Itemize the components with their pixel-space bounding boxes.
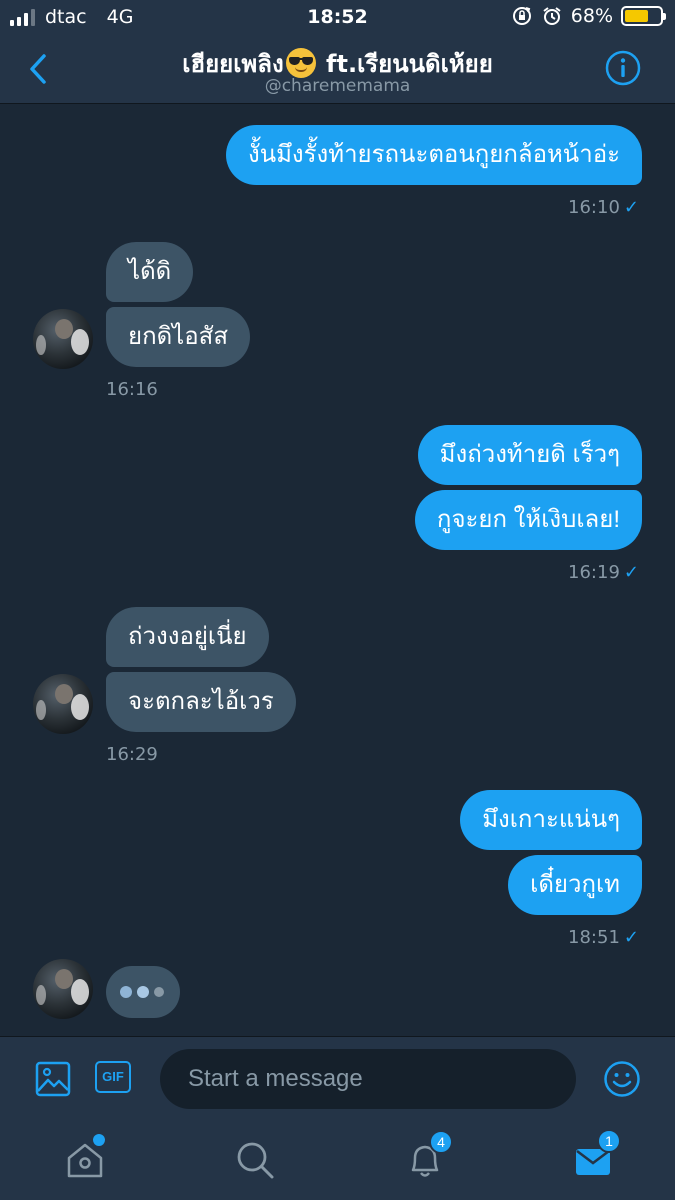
typing-dot — [154, 987, 164, 997]
read-check-icon: ✓ — [623, 927, 639, 948]
message-bubble-incoming[interactable]: ยกดิไอสัส — [106, 307, 250, 367]
message-bubble-outgoing[interactable]: มึงถ่วงท้ายดิ เร็วๆ — [417, 425, 642, 485]
avatar[interactable] — [33, 674, 93, 734]
message-text: จะตกละไอ้เวร — [128, 688, 274, 715]
conversation-header: เฮียยเพลิง ft.เรียนนดิเห้ยย @charememama — [0, 36, 675, 104]
smiley-icon — [604, 1061, 640, 1097]
tab-notifications[interactable]: 4 — [403, 1130, 453, 1182]
message-timestamp: 16:10 ✓ — [568, 197, 639, 218]
message-timestamp: 18:51 ✓ — [568, 927, 639, 948]
gif-button[interactable]: GIF — [95, 1061, 131, 1093]
message-bubble-incoming[interactable]: ได้ดิ — [106, 242, 194, 302]
typing-dot — [120, 986, 132, 998]
rotation-lock-icon — [512, 7, 531, 25]
read-check-icon: ✓ — [623, 197, 639, 218]
tab-search[interactable] — [233, 1138, 277, 1182]
search-icon — [237, 1142, 274, 1179]
typing-dot — [137, 986, 149, 998]
conversation-handle: @charememama — [264, 76, 411, 96]
bottom-tab-bar: 4 1 — [0, 1120, 675, 1200]
message-bubble-incoming[interactable]: จะตกละไอ้เวร — [106, 672, 296, 732]
battery-icon — [621, 6, 666, 26]
battery-level — [625, 10, 649, 22]
alarm-icon — [543, 7, 561, 25]
message-timestamp: 16:29 — [106, 744, 158, 765]
status-right: 68% — [511, 5, 666, 27]
message-bubble-outgoing[interactable]: กูจะยก ให้เงิบเลย! — [414, 490, 642, 550]
avatar[interactable] — [33, 309, 93, 369]
message-bubble-outgoing[interactable]: เดี๋ยวกูเท — [508, 855, 642, 915]
tab-messages[interactable]: 1 — [573, 1129, 621, 1182]
message-text: เดี๋ยวกูเท — [530, 871, 620, 898]
emoji-button[interactable] — [603, 1060, 641, 1098]
message-text: ถ่วงงอยู่เนี่ย — [128, 623, 247, 650]
photo-button[interactable] — [35, 1061, 71, 1097]
notifications-badge: 4 — [429, 1130, 453, 1154]
message-timestamp: 16:16 — [106, 379, 158, 400]
image-icon — [35, 1061, 71, 1097]
message-thread: งั้นมึงรั้งท้ายรถนะตอนกูยกล้อหน้าอ่ะ 16:… — [0, 105, 675, 1035]
message-text: มึงเกาะแน่นๆ — [482, 806, 620, 833]
messages-badge: 1 — [597, 1129, 621, 1153]
message-bubble-outgoing[interactable]: มึงเกาะแน่นๆ — [460, 790, 642, 850]
info-button[interactable] — [605, 50, 641, 86]
message-input[interactable] — [160, 1049, 576, 1109]
typing-indicator — [106, 966, 180, 1018]
title-name: เฮียยเพลิง — [182, 50, 284, 78]
message-bubble-incoming[interactable]: ถ่วงงอยู่เนี่ย — [106, 607, 269, 667]
new-content-dot — [93, 1134, 105, 1146]
status-bar: dtac 4G 18:52 68% — [0, 0, 675, 36]
message-bubble-outgoing[interactable]: งั้นมึงรั้งท้ายรถนะตอนกูยกล้อหน้าอ่ะ — [225, 125, 642, 185]
info-icon — [605, 50, 641, 86]
message-timestamp: 16:19 ✓ — [568, 562, 639, 583]
message-text: งั้นมึงรั้งท้ายรถนะตอนกูยกล้อหน้าอ่ะ — [247, 141, 620, 168]
title-suffix: ft.เรียนนดิเห้ยย — [326, 50, 493, 78]
message-text: ยกดิไอสัส — [128, 323, 228, 350]
avatar[interactable] — [33, 959, 93, 1019]
message-text: กูจะยก ให้เงิบเลย! — [436, 506, 620, 533]
message-composer: GIF — [0, 1036, 675, 1120]
message-text: ได้ดิ — [128, 258, 172, 285]
tab-home[interactable] — [63, 1134, 107, 1182]
battery-percent: 68% — [570, 5, 613, 27]
sunglasses-emoji-icon — [285, 48, 316, 78]
read-check-icon: ✓ — [623, 562, 639, 583]
message-text: มึงถ่วงท้ายดิ เร็วๆ — [439, 441, 620, 468]
